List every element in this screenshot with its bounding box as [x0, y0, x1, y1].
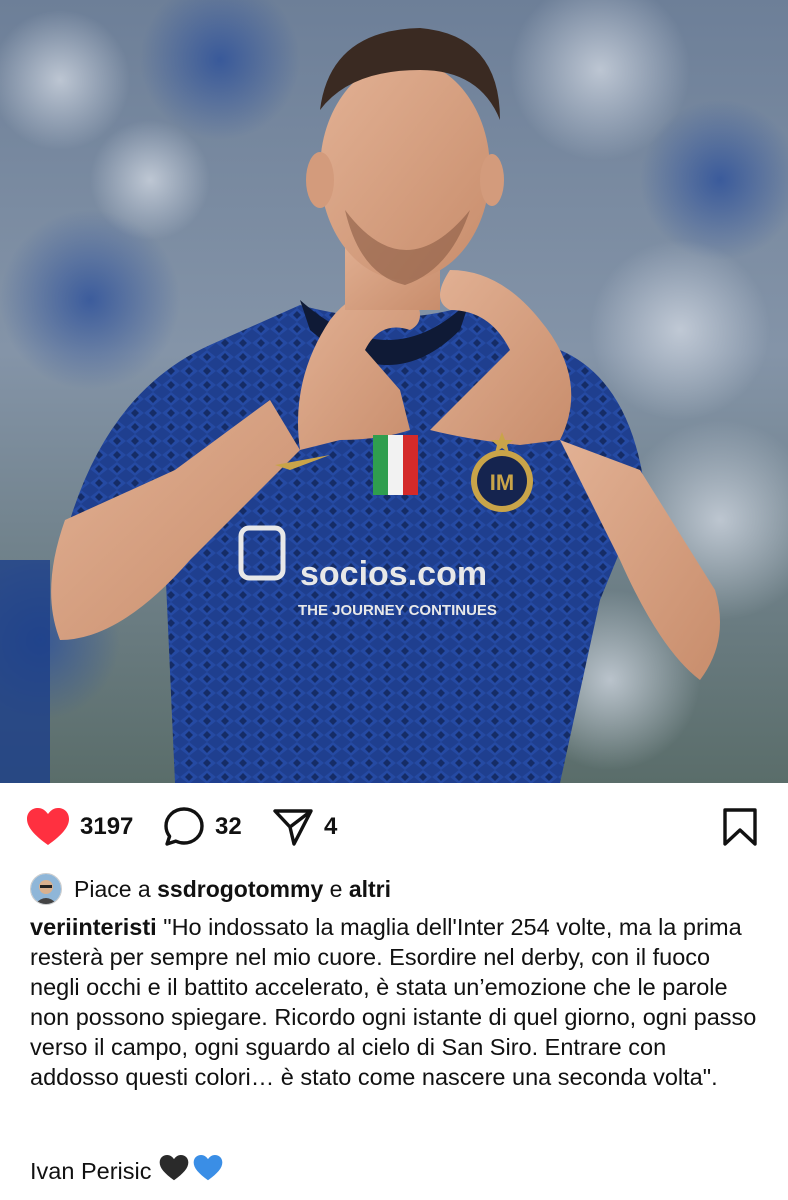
avatar-icon	[31, 874, 61, 904]
sponsor-tagline: THE JOURNEY CONTINUES	[298, 602, 497, 619]
liked-by-others[interactable]: altri	[349, 876, 391, 903]
comment-button[interactable]: 32	[163, 807, 242, 847]
share-count: 4	[324, 813, 338, 840]
avatar[interactable]	[30, 873, 62, 905]
comment-icon	[164, 807, 204, 846]
caption-text: "Ho indossato la maglia dell'Inter 254 v…	[30, 914, 757, 1090]
blue-heart-icon	[193, 1154, 223, 1188]
share-icon	[273, 809, 313, 846]
like-button[interactable]: 3197	[26, 807, 133, 847]
post-image[interactable]: IM socios.com THE JOURNEY CONTINUES	[0, 0, 788, 783]
save-button[interactable]	[722, 807, 758, 847]
comment-count: 32	[215, 813, 242, 840]
post-photo-illustration: IM socios.com THE JOURNEY CONTINUES	[0, 0, 788, 783]
heart-icon	[27, 808, 69, 845]
post-caption: veriinteristi "Ho indossato la maglia de…	[30, 912, 760, 1092]
post-action-bar: 3197 32 4	[0, 783, 788, 873]
liked-by-user[interactable]: ssdrogotommy	[157, 876, 323, 903]
sponsor-name: socios.com	[300, 555, 487, 593]
svg-text:IM: IM	[490, 470, 514, 495]
italian-flag-patch	[373, 435, 418, 495]
liked-by-row[interactable]: Piace a ssdrogotommy e altri	[30, 872, 391, 906]
caption-username[interactable]: veriinteristi	[30, 914, 157, 940]
caption-signature-row: Ivan Perisic	[30, 1154, 223, 1188]
like-count: 3197	[80, 813, 134, 840]
liked-by-conj: e	[329, 875, 343, 902]
share-button[interactable]: 4	[272, 807, 337, 847]
black-heart-icon	[159, 1154, 189, 1188]
bookmark-icon	[723, 808, 757, 846]
liked-by-prefix: Piace a	[74, 875, 151, 902]
caption-signature: Ivan Perisic	[30, 1157, 152, 1184]
